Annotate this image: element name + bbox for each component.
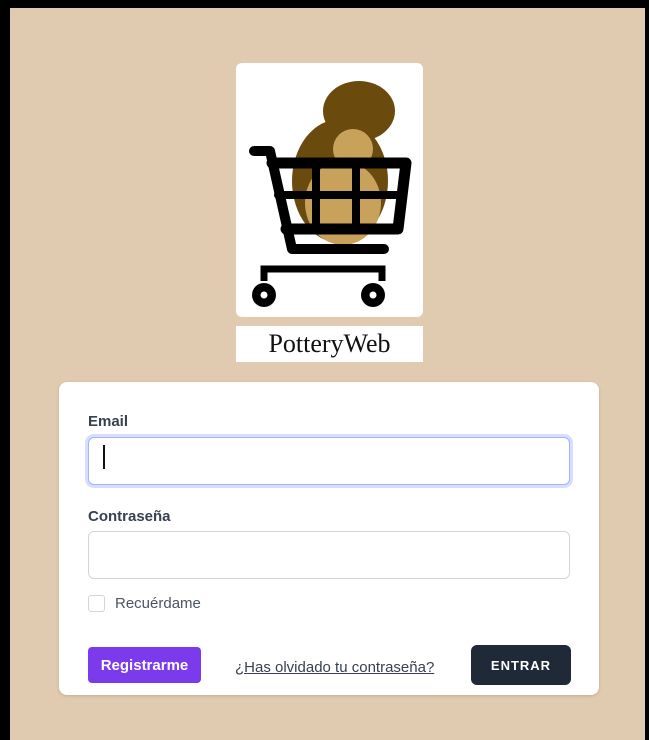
register-button[interactable]: Registrarme bbox=[88, 647, 201, 683]
shopping-cart-with-pottery-icon bbox=[249, 81, 412, 307]
remember-me[interactable]: Recuérdame bbox=[88, 595, 201, 612]
remember-label: Recuérdame bbox=[115, 595, 201, 612]
brand-name: PotteryWeb bbox=[236, 326, 423, 362]
login-button[interactable]: ENTRAR bbox=[471, 645, 571, 685]
email-field[interactable] bbox=[88, 437, 570, 485]
logo-card bbox=[236, 63, 423, 317]
email-label: Email bbox=[88, 413, 129, 430]
password-label: Contraseña bbox=[88, 508, 171, 525]
browser-viewport: PotteryWeb Email Contraseña Recuérdame R… bbox=[0, 0, 649, 740]
forgot-password-link[interactable]: ¿Has olvidado tu contraseña? bbox=[235, 659, 434, 676]
password-field[interactable] bbox=[88, 531, 570, 579]
login-form: Email Contraseña Recuérdame Registrarme … bbox=[59, 382, 599, 695]
remember-checkbox[interactable] bbox=[88, 595, 105, 612]
text-caret bbox=[103, 445, 105, 469]
